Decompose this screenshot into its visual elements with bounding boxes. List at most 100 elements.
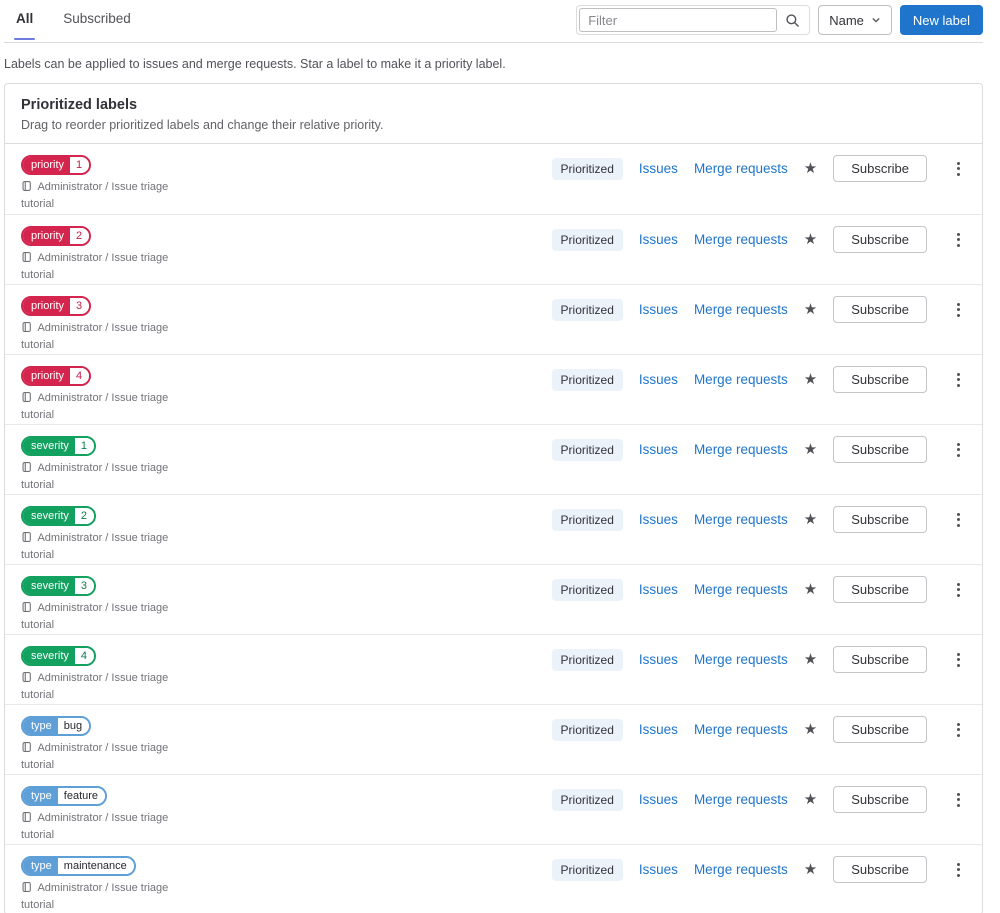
scoped-label[interactable]: severity 4 (21, 646, 97, 666)
scoped-label[interactable]: priority 4 (21, 366, 92, 386)
project-path-text: Administrator / Issue triage tutorial (21, 532, 169, 561)
issues-link[interactable]: Issues (639, 512, 678, 527)
labels-page: All Subscribed Name (0, 0, 1000, 913)
scoped-label[interactable]: type bug (21, 716, 92, 736)
issues-link[interactable]: Issues (639, 862, 678, 877)
star-icon[interactable]: ★ (804, 232, 817, 247)
label-actions: Prioritized Issues Merge requests ★ Subs… (551, 296, 966, 323)
subscribe-button[interactable]: Subscribe (833, 506, 927, 533)
project-path: Administrator / Issue triage tutorial (21, 811, 199, 842)
sort-dropdown[interactable]: Name (818, 5, 892, 35)
label-row: severity 2 Administrator / Issue triage … (5, 494, 982, 564)
merge-requests-link[interactable]: Merge requests (694, 302, 788, 317)
kebab-menu-icon[interactable] (951, 228, 966, 252)
subscribe-button[interactable]: Subscribe (833, 155, 927, 182)
merge-requests-link[interactable]: Merge requests (694, 722, 788, 737)
merge-requests-link[interactable]: Merge requests (694, 372, 788, 387)
issues-link[interactable]: Issues (639, 442, 678, 457)
issues-link[interactable]: Issues (639, 582, 678, 597)
scoped-label[interactable]: severity 2 (21, 506, 97, 526)
star-icon[interactable]: ★ (804, 302, 817, 317)
label-row: type feature Administrator / Issue triag… (5, 774, 982, 844)
star-icon[interactable]: ★ (804, 512, 817, 527)
prioritized-badge: Prioritized (551, 157, 623, 180)
star-icon[interactable]: ★ (804, 582, 817, 597)
subscribe-button[interactable]: Subscribe (833, 296, 927, 323)
subscribe-button[interactable]: Subscribe (833, 646, 927, 673)
label-row: priority 4 Administrator / Issue triage … (5, 354, 982, 424)
merge-requests-link[interactable]: Merge requests (694, 862, 788, 877)
merge-requests-link[interactable]: Merge requests (694, 442, 788, 457)
project-path: Administrator / Issue triage tutorial (21, 741, 199, 772)
star-icon[interactable]: ★ (804, 652, 817, 667)
issues-link[interactable]: Issues (639, 232, 678, 247)
issues-link[interactable]: Issues (639, 792, 678, 807)
kebab-menu-icon[interactable] (951, 718, 966, 742)
filter-input[interactable] (579, 8, 778, 32)
scoped-label[interactable]: priority 3 (21, 296, 92, 316)
label-scope: type (23, 858, 58, 874)
merge-requests-link[interactable]: Merge requests (694, 161, 788, 176)
subscribe-button[interactable]: Subscribe (833, 786, 927, 813)
issues-link[interactable]: Issues (639, 652, 678, 667)
subscribe-button[interactable]: Subscribe (833, 366, 927, 393)
label-row: priority 2 Administrator / Issue triage … (5, 214, 982, 284)
label-value: maintenance (57, 858, 134, 874)
label-row: priority 3 Administrator / Issue triage … (5, 284, 982, 354)
star-icon[interactable]: ★ (804, 722, 817, 737)
kebab-menu-icon[interactable] (951, 438, 966, 462)
scoped-label[interactable]: type feature (21, 786, 108, 806)
issues-link[interactable]: Issues (639, 722, 678, 737)
search-icon[interactable] (777, 8, 807, 32)
label-value: 3 (74, 578, 95, 594)
issues-link[interactable]: Issues (639, 161, 678, 176)
merge-requests-link[interactable]: Merge requests (694, 792, 788, 807)
project-path-text: Administrator / Issue triage tutorial (21, 252, 169, 281)
scoped-label[interactable]: priority 1 (21, 155, 92, 175)
subscribe-button[interactable]: Subscribe (833, 716, 927, 743)
new-label-button[interactable]: New label (899, 5, 983, 35)
label-actions: Prioritized Issues Merge requests ★ Subs… (551, 366, 966, 393)
scoped-label[interactable]: type maintenance (21, 856, 136, 876)
merge-requests-link[interactable]: Merge requests (694, 652, 788, 667)
star-icon[interactable]: ★ (804, 862, 817, 877)
subscribe-button[interactable]: Subscribe (833, 226, 927, 253)
tab-subscribed[interactable]: Subscribed (61, 5, 133, 39)
label-info: priority 2 Administrator / Issue triage … (21, 226, 199, 282)
kebab-menu-icon[interactable] (951, 788, 966, 812)
kebab-menu-icon[interactable] (951, 298, 966, 322)
star-icon[interactable]: ★ (804, 161, 817, 176)
kebab-menu-icon[interactable] (951, 858, 966, 882)
project-icon (21, 461, 32, 478)
subscribe-button[interactable]: Subscribe (833, 576, 927, 603)
issues-link[interactable]: Issues (639, 372, 678, 387)
label-info: type bug Administrator / Issue triage tu… (21, 716, 199, 772)
star-icon[interactable]: ★ (804, 442, 817, 457)
label-value: 1 (70, 157, 90, 173)
kebab-menu-icon[interactable] (951, 648, 966, 672)
merge-requests-link[interactable]: Merge requests (694, 582, 788, 597)
scoped-label[interactable]: priority 2 (21, 226, 92, 246)
merge-requests-link[interactable]: Merge requests (694, 512, 788, 527)
label-scope: severity (23, 578, 75, 594)
label-info: type feature Administrator / Issue triag… (21, 786, 199, 842)
kebab-menu-icon[interactable] (951, 368, 966, 392)
issues-link[interactable]: Issues (639, 302, 678, 317)
star-icon[interactable]: ★ (804, 372, 817, 387)
scoped-label[interactable]: severity 1 (21, 436, 97, 456)
kebab-menu-icon[interactable] (951, 508, 966, 532)
subscribe-button[interactable]: Subscribe (833, 436, 927, 463)
star-icon[interactable]: ★ (804, 792, 817, 807)
tab-all[interactable]: All (14, 5, 36, 40)
label-value: 3 (70, 298, 90, 314)
kebab-menu-icon[interactable] (951, 578, 966, 602)
label-scope: priority (23, 298, 71, 314)
project-path: Administrator / Issue triage tutorial (21, 531, 199, 562)
label-scope: type (23, 788, 58, 804)
subscribe-button[interactable]: Subscribe (833, 856, 927, 883)
prioritized-badge: Prioritized (551, 298, 623, 321)
scoped-label[interactable]: severity 3 (21, 576, 97, 596)
kebab-menu-icon[interactable] (951, 157, 966, 181)
merge-requests-link[interactable]: Merge requests (694, 232, 788, 247)
label-scope: priority (23, 228, 71, 244)
